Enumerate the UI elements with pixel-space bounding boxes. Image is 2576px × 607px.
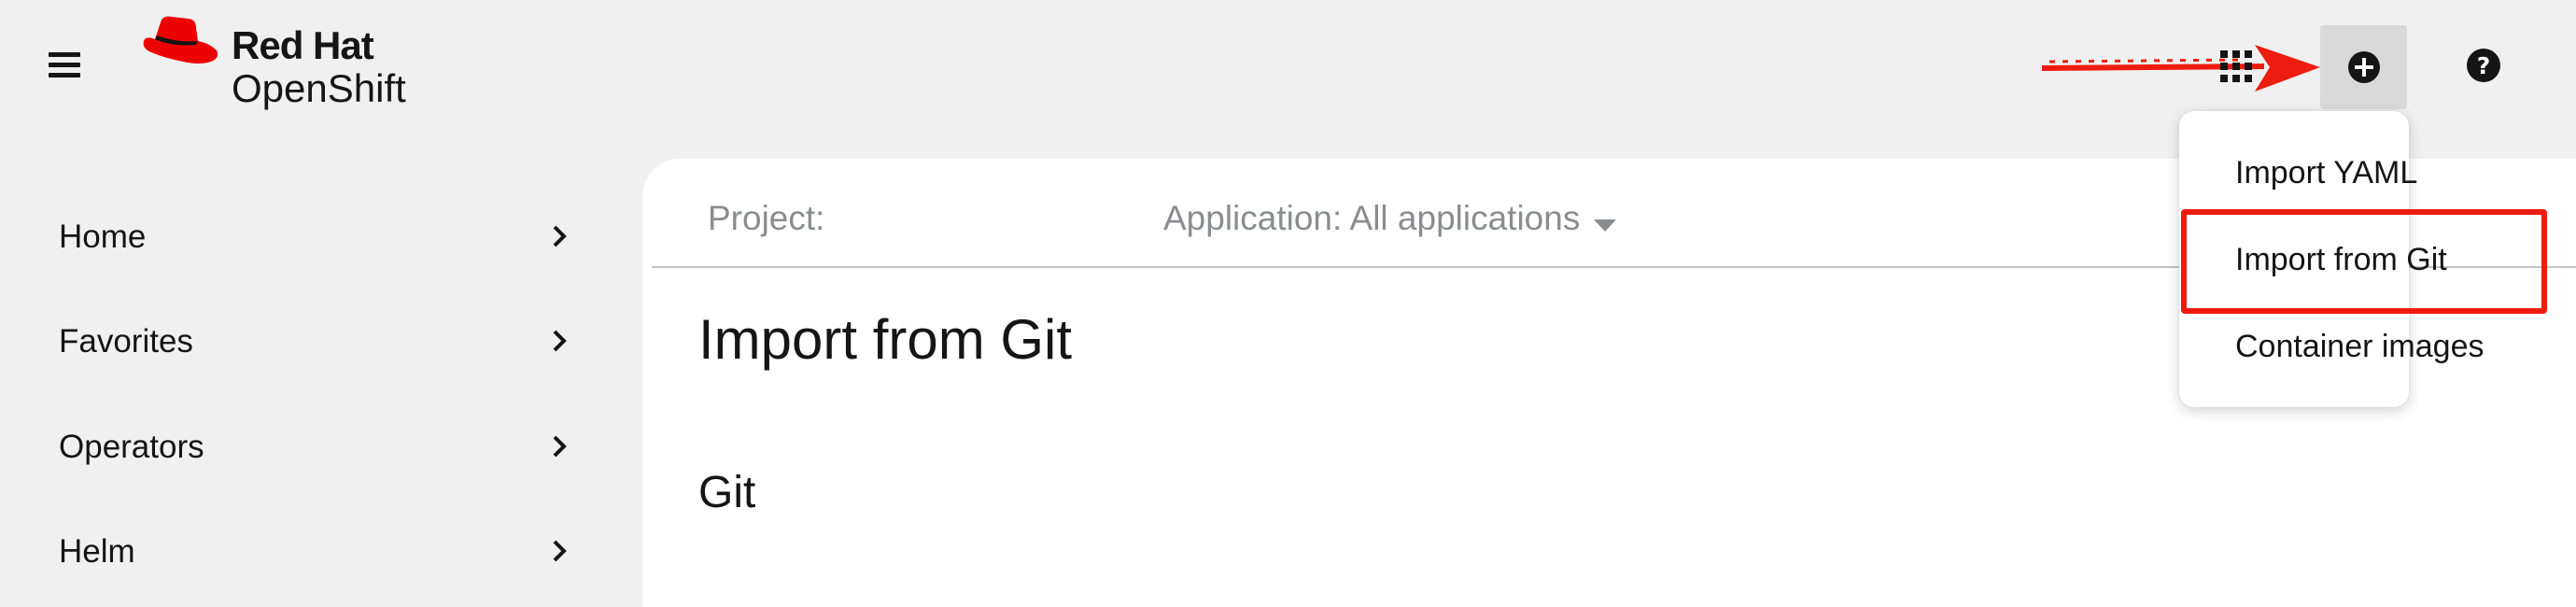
hamburger-icon bbox=[49, 52, 80, 57]
chevron-right-icon bbox=[553, 435, 567, 458]
caret-down-icon bbox=[1593, 219, 1616, 232]
page-title: Import from Git bbox=[698, 308, 1073, 371]
sidebar-item-home[interactable]: Home bbox=[0, 187, 607, 280]
sidebar-item-favorites[interactable]: Favorites bbox=[0, 291, 607, 385]
red-hat-icon bbox=[143, 16, 218, 64]
section-title: Git bbox=[698, 468, 756, 517]
svg-text:?: ? bbox=[2477, 52, 2491, 79]
sidebar-item-operators[interactable]: Operators bbox=[0, 397, 607, 490]
application-selector-label: Application: All applications bbox=[1163, 199, 1581, 237]
sidebar-item-label: Operators bbox=[59, 429, 204, 465]
menu-item-import-yaml[interactable]: Import YAML bbox=[2235, 154, 2417, 191]
add-dropdown-menu: Import YAML Import from Git Container im… bbox=[2179, 111, 2484, 407]
sidebar-item-label: Home bbox=[59, 219, 147, 255]
chevron-right-icon bbox=[553, 225, 567, 247]
chevron-right-icon bbox=[553, 540, 567, 562]
application-selector[interactable]: Application: All applications bbox=[1163, 198, 1616, 239]
sidebar-item-label: Helm bbox=[59, 533, 135, 570]
plus-circle-icon bbox=[2347, 51, 2380, 83]
product-name: OpenShift bbox=[232, 66, 406, 110]
chevron-right-icon bbox=[553, 330, 567, 352]
project-selector[interactable]: Project: bbox=[708, 198, 824, 239]
menu-item-container-images[interactable]: Container images bbox=[2235, 328, 2484, 365]
annotation-arrow bbox=[2042, 45, 2320, 92]
hamburger-menu-button[interactable] bbox=[49, 52, 80, 78]
menu-item-import-from-git[interactable]: Import from Git bbox=[2235, 241, 2447, 278]
red-hat-openshift-logo[interactable]: Red Hat OpenShift bbox=[140, 13, 439, 116]
sidebar-item-helm[interactable]: Helm bbox=[0, 501, 607, 595]
add-button[interactable] bbox=[2320, 25, 2407, 109]
grid-icon[interactable] bbox=[2220, 50, 2252, 82]
question-circle-icon[interactable]: ? bbox=[2465, 47, 2502, 84]
sidebar-item-label: Favorites bbox=[59, 323, 193, 360]
brand-name: Red Hat bbox=[232, 23, 374, 67]
